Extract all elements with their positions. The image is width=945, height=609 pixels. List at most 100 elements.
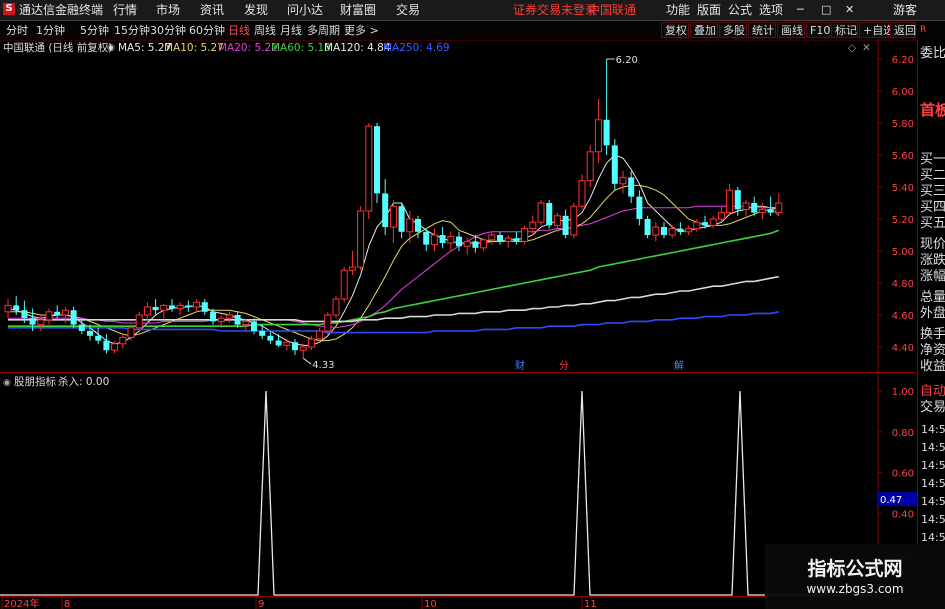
candle-body [463,240,471,247]
sub-tick-label: 0.40 [892,509,914,520]
candle-body [95,335,102,341]
menu-zixun[interactable]: 资讯 [200,0,224,20]
candle-body [225,314,233,319]
period-5min[interactable]: 5分钟 [80,21,109,40]
period-30min[interactable]: 30分钟 [150,21,186,40]
sub-settings-icon[interactable]: ◉ [3,378,11,388]
candle-body [210,311,216,322]
low-pointer [302,357,312,365]
menu-hangqing[interactable]: 行情 [113,0,137,20]
buy2-label: 买二 [920,168,945,183]
price-tick-label: 6.20 [892,55,914,66]
minimize-button[interactable]: ─ [797,0,804,20]
candle-body [758,208,766,214]
back-button[interactable]: 返回 [890,22,916,38]
menu-gongneng[interactable]: 功能 [666,0,690,20]
candle-body [751,203,758,213]
candle-body [775,202,783,214]
period-weekly[interactable]: 周线 [254,21,276,40]
candle-body [185,305,192,307]
menu-wenxiaoda[interactable]: 问小达 [287,0,323,20]
quote-panel: R 委比 首板 买一 买二 买三 买四 买五 现价 涨跌 涨幅 总量 外盘 换手… [917,25,945,609]
candle-body [37,319,45,326]
menu-faxian[interactable]: 发现 [244,0,268,20]
candle-body [143,306,151,316]
candle-body [4,304,12,313]
close-button[interactable]: ✕ [845,0,854,20]
eps-label: 收益 [920,359,945,374]
candle-body [389,205,397,228]
sub-current-value: 0.47 [880,495,902,506]
menu-shichang[interactable]: 市场 [156,0,180,20]
diejia-button[interactable]: 叠加 [690,22,718,38]
candle-body [78,324,85,331]
candle-body [382,193,389,227]
candle-body [299,346,307,351]
period-15min[interactable]: 15分钟 [114,21,150,40]
biaoji-button[interactable]: 标记 [831,22,858,38]
period-fenshi[interactable]: 分时 [6,21,28,40]
event-marker: 解 [674,359,684,372]
guest-label[interactable]: 游客 [893,0,917,20]
candle-body [87,331,93,336]
menu-caifuquan[interactable]: 财富圈 [340,0,376,20]
tdx-terminal-window: S 通达信金融终端 行情 市场 资讯 发现 问小达 财富圈 交易 证券交易未登录… [0,0,945,609]
watermark-overlay: 指标公式网 www.zbgs3.com [765,544,945,609]
huaxian-button[interactable]: 画线 [777,22,805,38]
menu-banmian[interactable]: 版面 [697,0,721,20]
auto-label[interactable]: 自动 [920,384,945,400]
add-watchlist-button[interactable]: +自选 [859,22,894,38]
candle-body [594,119,602,153]
sub-axis: 1.000.800.600.400.200.47 [878,387,917,561]
trade-label[interactable]: 交易 [920,400,945,416]
candle-body [324,314,332,332]
period-daily[interactable]: 日线 [228,21,250,40]
candle-body [292,342,298,351]
candle-body [480,239,488,249]
buy4-label: 买四 [920,200,945,215]
tick-time: 14:56 [921,495,945,508]
candle-body [693,221,701,230]
menu-gongshi[interactable]: 公式 [728,0,752,20]
period-multi[interactable]: 多周期 [307,21,340,40]
date-label: 8 [64,599,70,609]
candle-body [365,125,373,212]
candle-body [251,321,257,331]
candle-body [316,330,324,340]
menu-jiaoyi[interactable]: 交易 [396,0,420,20]
period-more[interactable]: 更多 > [344,21,379,40]
event-marker: 财 [515,359,525,372]
weibi-label: 委比 [920,46,945,61]
candle-body [709,218,717,226]
candle-body [529,221,537,230]
ma-line-ma250 [8,311,779,334]
f10-button[interactable]: F10 [806,22,830,38]
candle-body [29,318,36,325]
period-1min[interactable]: 1分钟 [36,21,65,40]
tongji-button[interactable]: 统计 [748,22,776,38]
price-tick-label: 4.80 [892,279,914,290]
price-tick-label: 5.00 [892,247,914,258]
sub-value-label: 杀入: 0.00 [58,375,109,388]
duogu-button[interactable]: 多股 [719,22,747,38]
candle-body [61,309,69,316]
price-tick-label: 5.40 [892,183,914,194]
maximize-button[interactable]: □ [821,0,831,20]
period-monthly[interactable]: 月线 [280,21,302,40]
candle-body [513,238,520,242]
period-60min[interactable]: 60分钟 [189,21,225,40]
tick-time: 14:56 [921,459,945,472]
kline-chart[interactable]: 6.20 6.00 5.80 5.60 5.40 5.20 5.00 4.80 4.60 4.40… [0,40,917,373]
candle-body [586,151,594,182]
buy1-label: 买一 [920,152,945,167]
sub-tick-label: 0.80 [892,428,914,439]
candle-body [135,314,143,329]
login-status[interactable]: 证券交易未登录 [513,0,597,20]
fuquan-button[interactable]: 复权 [661,22,689,38]
menu-xuanxiang[interactable]: 选项 [759,0,783,20]
candle-body [742,202,750,210]
candle-body [201,302,208,312]
event-marker: 分 [559,360,569,372]
candle-body [726,189,734,214]
indicator-line [0,390,878,596]
